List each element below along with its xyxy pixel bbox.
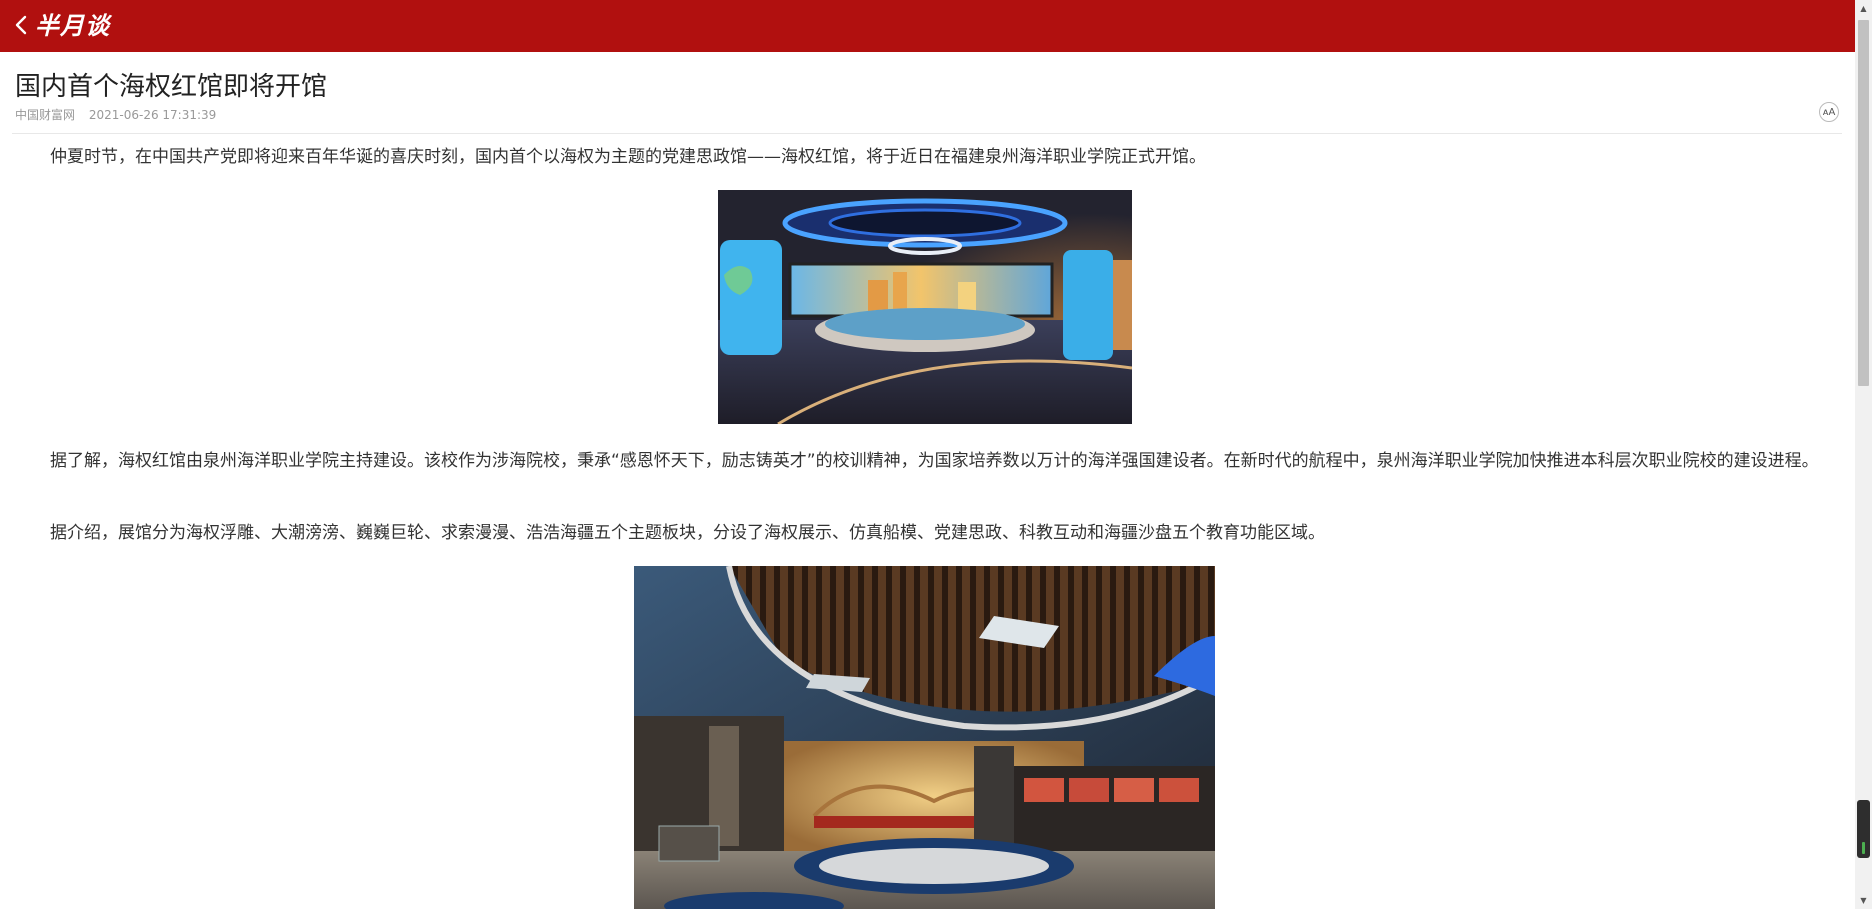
page-scrollbar[interactable]: ▲ ▼ xyxy=(1855,0,1872,909)
article-content: 国内首个海权红馆即将开馆 中国财富网 2021-06-26 17:31:39 ᴀ… xyxy=(0,52,1855,909)
article-paragraph-3: 据介绍，展馆分为海权浮雕、大潮滂滂、巍巍巨轮、求索漫漫、浩浩海疆五个主题板块，分… xyxy=(50,523,1325,543)
chevron-left-icon xyxy=(15,15,27,35)
header-divider xyxy=(12,133,1842,134)
article-image-2 xyxy=(634,566,1215,909)
scroll-down-arrow[interactable]: ▼ xyxy=(1855,892,1872,909)
top-nav-bar: 半月谈 xyxy=(0,0,1855,52)
article-title: 国内首个海权红馆即将开馆 xyxy=(15,72,328,102)
scroll-widget-indicator xyxy=(1862,842,1865,854)
article-paragraph-2: 据了解，海权红馆由泉州海洋职业学院主持建设。该校作为涉海院校，秉承“感恩怀天下，… xyxy=(50,451,1819,471)
article-date: 2021-06-26 17:31:39 xyxy=(88,108,217,122)
site-logo[interactable]: 半月谈 xyxy=(35,8,110,44)
article-meta: 中国财富网 2021-06-26 17:31:39 xyxy=(15,106,216,123)
font-size-button[interactable]: ᴀA xyxy=(1819,102,1839,122)
article-image-1 xyxy=(718,190,1132,424)
scroll-widget[interactable] xyxy=(1857,800,1870,858)
article-source: 中国财富网 xyxy=(15,108,76,122)
scrollbar-thumb[interactable] xyxy=(1858,20,1869,386)
scroll-up-arrow[interactable]: ▲ xyxy=(1855,0,1872,17)
article-paragraph-1: 仲夏时节，在中国共产党即将迎来百年华诞的喜庆时刻，国内首个以海权为主题的党建思政… xyxy=(50,147,1206,167)
back-button[interactable] xyxy=(12,12,30,38)
